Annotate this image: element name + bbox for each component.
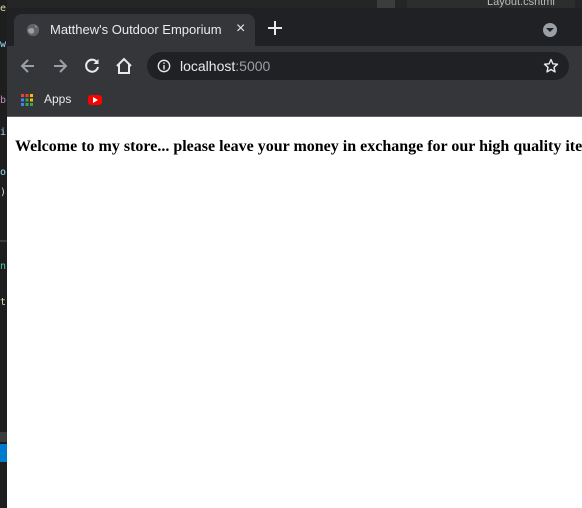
new-tab-button[interactable] bbox=[265, 18, 285, 38]
home-icon[interactable] bbox=[114, 56, 134, 76]
browser-window: Matthew's Outdoor Emporium × localhost:5… bbox=[7, 8, 582, 508]
background-editor-tabstrip: Layout.cshtml bbox=[7, 0, 582, 8]
url-text: localhost:5000 bbox=[180, 58, 270, 74]
editor-divider bbox=[0, 240, 7, 242]
page-content: Welcome to my store... please leave your… bbox=[7, 117, 582, 508]
background-editor-strip: e w b i o ) n t bbox=[0, 0, 7, 508]
page-heading: Welcome to my store... please leave your… bbox=[15, 138, 582, 155]
editor-code-fragment: t bbox=[0, 297, 7, 308]
url-port: :5000 bbox=[235, 58, 271, 74]
reload-icon[interactable] bbox=[82, 56, 102, 76]
info-icon[interactable] bbox=[157, 59, 171, 73]
globe-icon bbox=[26, 23, 40, 37]
editor-code-fragment: ) bbox=[0, 187, 7, 198]
editor-code-fragment: i bbox=[0, 127, 7, 138]
editor-code-fragment: o bbox=[0, 167, 7, 178]
bookmark-star-icon[interactable] bbox=[543, 58, 559, 74]
youtube-icon[interactable] bbox=[88, 95, 102, 105]
tab-search-dropdown-icon[interactable] bbox=[543, 23, 557, 37]
tab-bar: Matthew's Outdoor Emporium × bbox=[7, 8, 582, 46]
close-icon[interactable]: × bbox=[236, 21, 245, 37]
background-editor-control bbox=[377, 0, 395, 8]
editor-code-fragment: b bbox=[0, 95, 7, 106]
editor-status-bar bbox=[0, 444, 7, 462]
background-editor-tab-label: Layout.cshtml bbox=[487, 0, 555, 8]
tab-title: Matthew's Outdoor Emporium bbox=[50, 22, 222, 37]
editor-divider bbox=[0, 432, 7, 442]
url-host: localhost bbox=[180, 58, 236, 74]
apps-label: Apps bbox=[44, 92, 72, 106]
bookmarks-bar: Apps bbox=[7, 86, 582, 117]
editor-code-fragment: w bbox=[0, 39, 7, 50]
editor-code-fragment: e bbox=[0, 3, 7, 14]
address-bar[interactable]: localhost:5000 bbox=[147, 52, 569, 80]
browser-toolbar: localhost:5000 bbox=[7, 46, 582, 86]
browser-tab[interactable]: Matthew's Outdoor Emporium × bbox=[14, 14, 255, 46]
editor-code-fragment: n bbox=[0, 261, 7, 272]
forward-arrow-icon[interactable] bbox=[50, 56, 70, 76]
apps-grid-icon bbox=[21, 94, 33, 106]
back-arrow-icon[interactable] bbox=[18, 56, 38, 76]
